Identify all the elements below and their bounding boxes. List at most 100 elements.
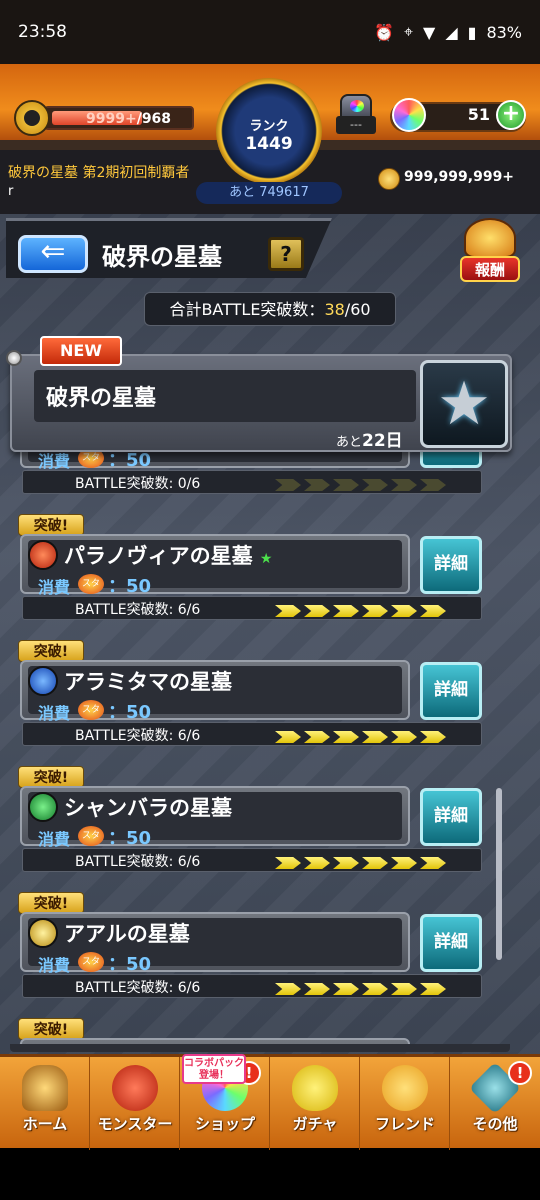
progress-arrow: [333, 731, 359, 743]
nav-home[interactable]: ホーム: [0, 1057, 90, 1151]
quest-name: シャンバラの星墓: [64, 796, 232, 820]
list-item[interactable]: 消費 スタミナ ：50 詳細 BATTLE突破数: 0/6: [16, 446, 484, 496]
detail-button[interactable]: 詳細: [420, 536, 482, 594]
total-battle-count: 合計BATTLE突破数：38/60: [144, 292, 396, 326]
detail-button[interactable]: 詳細: [420, 788, 482, 846]
fire-element-icon: [28, 540, 58, 570]
gacha-icon: [292, 1065, 338, 1111]
nav-other[interactable]: ! その他: [450, 1057, 540, 1151]
progress-arrow: [362, 983, 388, 995]
list-item[interactable]: 突破! シャンバラの星墓 消費 スタミナ ：50 詳細 BATTLE突破数: 6…: [16, 766, 484, 874]
nav-monster[interactable]: モンスター: [90, 1057, 180, 1151]
chest-icon: [340, 94, 372, 118]
progress-arrows: [275, 854, 451, 869]
back-button[interactable]: ⇐: [18, 235, 88, 273]
progress-arrow: [362, 479, 388, 491]
progress-arrow: [420, 479, 446, 491]
detail-button[interactable]: 詳細: [420, 914, 482, 972]
monster-icon: [112, 1065, 158, 1111]
event-banner[interactable]: 破界の星墓 あと22日: [6, 350, 512, 452]
collab-pack-promo[interactable]: コラボパック 登場！: [182, 1054, 246, 1084]
treasure-chest-button[interactable]: ---: [336, 94, 376, 142]
stamina-bar: 9999+/968: [44, 106, 194, 130]
quest-name: パラノヴィアの星墓 ★: [64, 540, 272, 570]
progress-arrow: [362, 857, 388, 869]
cost-label: 消費: [38, 578, 71, 597]
quest-name: アアルの星墓: [64, 922, 190, 946]
rank-value: 1449: [245, 133, 293, 154]
stamina-icon: スタミナ: [78, 574, 104, 609]
progress-arrow: [420, 857, 446, 869]
progress-arrow: [304, 857, 330, 869]
total-max: /60: [344, 300, 371, 319]
battle-progress: BATTLE突破数: 6/6: [22, 974, 482, 998]
cost-value: ：50: [108, 828, 152, 849]
coin-icon: [378, 168, 400, 190]
star-medal-icon: [420, 360, 508, 448]
total-label: 合計BATTLE突破数：: [169, 300, 325, 319]
list-item[interactable]: 突破! アラミタマの星墓 消費 スタミナ ：50 詳細 BATTLE突破数: 6…: [16, 640, 484, 748]
progress-arrow: [391, 857, 417, 869]
coin-count: 999,999,999+: [404, 169, 515, 185]
orb-icon: [392, 98, 426, 132]
page-title: 破界の星墓: [102, 243, 222, 271]
status-bar: 23:58 ⏰ ⌖ ▼ ◢ ▮ 83%: [0, 0, 540, 64]
battle-progress: BATTLE突破数: 6/6: [22, 722, 482, 746]
system-nav-area: [0, 1150, 540, 1200]
list-item[interactable]: 突破! アアルの星墓 消費 スタミナ ：50 詳細 BATTLE突破数: 6/6: [16, 892, 484, 1000]
progress-arrow: [391, 983, 417, 995]
progress-arrows: [275, 476, 451, 491]
progress-arrow: [304, 983, 330, 995]
quest-name: アラミタマの星墓: [64, 670, 232, 694]
list-scrollbar[interactable]: [496, 788, 502, 960]
nav-gacha[interactable]: ガチャ: [270, 1057, 360, 1151]
nav-other-label: その他: [472, 1115, 518, 1133]
status-time: 23:58: [18, 22, 67, 42]
progress-arrow: [333, 479, 359, 491]
buy-orbs-button[interactable]: +: [496, 100, 526, 130]
other-alert-badge: !: [508, 1061, 532, 1085]
stamina-gauge[interactable]: 9999+/968: [14, 100, 194, 136]
progress-text: BATTLE突破数: 6/6: [75, 980, 201, 996]
progress-arrow: [362, 731, 388, 743]
battery-percent: 83%: [486, 22, 522, 42]
rank-badge[interactable]: ランク 1449: [216, 78, 322, 184]
help-button[interactable]: ?: [268, 237, 304, 271]
quest-name-text: パラノヴィアの星墓: [64, 544, 253, 568]
remaining-prefix: あと: [336, 435, 363, 450]
quest-list[interactable]: 消費 スタミナ ：50 詳細 BATTLE突破数: 0/6 突破! パラノヴィア…: [10, 446, 510, 1044]
list-item[interactable]: 突破! パラノヴィアの星墓 ★ 消費 スタミナ ：50 詳細 BATTLE突破数…: [16, 514, 484, 622]
progress-arrows: [275, 602, 451, 617]
home-icon: [22, 1065, 68, 1111]
progress-text: BATTLE突破数: 6/6: [75, 728, 201, 744]
progress-arrow: [304, 479, 330, 491]
cost-label: 消費: [38, 956, 71, 975]
reward-label: 報酬: [460, 256, 520, 282]
friend-icon: [382, 1065, 428, 1111]
battery-icon: ▮: [467, 22, 477, 42]
detail-button[interactable]: 詳細: [420, 662, 482, 720]
stamina-max: /968: [136, 111, 172, 127]
cleared-badge: 突破!: [18, 766, 84, 788]
reward-button[interactable]: 報酬: [458, 218, 522, 284]
cost-label: 消費: [38, 830, 71, 849]
cost-value: ：50: [108, 954, 152, 975]
progress-text: BATTLE突破数: 6/6: [75, 854, 201, 870]
progress-arrow: [391, 605, 417, 617]
progress-arrow: [362, 605, 388, 617]
rank-label: ランク: [249, 118, 289, 134]
progress-arrows: [275, 980, 451, 995]
progress-arrow: [304, 605, 330, 617]
cleared-badge: 突破!: [18, 514, 84, 536]
orb-count: 51: [467, 105, 490, 124]
cost-value: ：50: [108, 702, 152, 723]
nav-friend[interactable]: フレンド: [360, 1057, 450, 1151]
reward-icon: [464, 218, 516, 258]
progress-arrow: [304, 731, 330, 743]
progress-arrows: [275, 728, 451, 743]
list-item[interactable]: 突破!: [16, 1018, 484, 1044]
event-remaining: あと22日: [336, 426, 403, 451]
cleared-badge: 突破!: [18, 1018, 84, 1040]
progress-arrow: [275, 479, 301, 491]
progress-arrow: [420, 731, 446, 743]
